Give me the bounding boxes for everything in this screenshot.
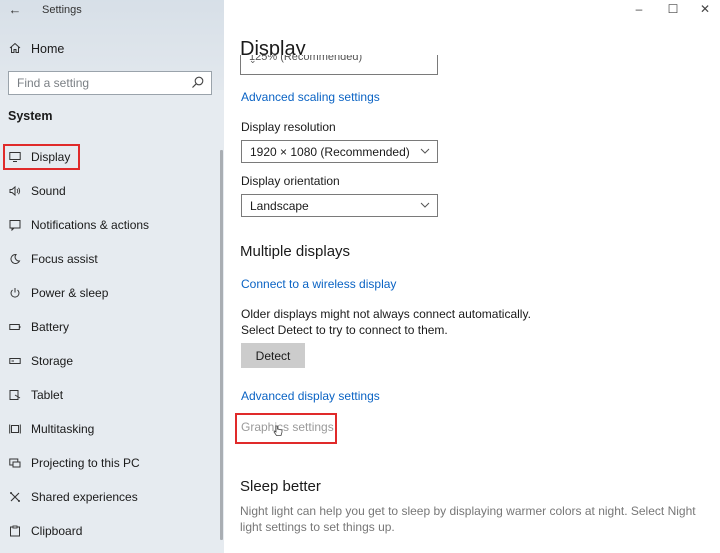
- sidebar-item-label: Sound: [31, 184, 66, 198]
- resolution-label: Display resolution: [241, 120, 336, 134]
- orientation-label: Display orientation: [241, 174, 340, 188]
- speaker-icon: [8, 184, 22, 198]
- resolution-dropdown[interactable]: 1920 × 1080 (Recommended): [241, 140, 438, 163]
- multitasking-icon: [8, 422, 22, 436]
- mouse-cursor-icon: [273, 425, 283, 436]
- title-bar: ← Settings: [0, 0, 224, 22]
- detect-button[interactable]: Detect: [241, 343, 305, 368]
- sidebar-scrollbar[interactable]: [220, 150, 223, 540]
- sleep-better-description-2: light settings to set things up.: [240, 520, 395, 534]
- home-link[interactable]: Home: [8, 40, 64, 58]
- advanced-display-settings-link[interactable]: Advanced display settings: [241, 389, 380, 403]
- sidebar-item-focus-assist[interactable]: Focus assist: [0, 245, 222, 273]
- storage-icon: [8, 354, 22, 368]
- chevron-down-icon: ⌄: [249, 55, 257, 65]
- sleep-better-heading: Sleep better: [240, 478, 321, 495]
- sidebar: ← Settings Home System Display Sound Not…: [0, 0, 224, 553]
- sidebar-item-storage[interactable]: Storage: [0, 347, 222, 375]
- projecting-icon: [8, 456, 22, 470]
- sidebar-item-label: Battery: [31, 320, 70, 334]
- connect-wireless-display-link[interactable]: Connect to a wireless display: [241, 277, 396, 291]
- moon-icon: [8, 252, 22, 266]
- sidebar-item-clipboard[interactable]: Clipboard: [0, 517, 222, 545]
- sidebar-item-sound[interactable]: Sound: [0, 177, 222, 205]
- chevron-down-icon: [420, 202, 430, 208]
- search-input[interactable]: [9, 75, 189, 91]
- tablet-icon: [8, 388, 22, 402]
- shared-icon: [8, 490, 22, 504]
- orientation-value: Landscape: [250, 198, 309, 213]
- sidebar-item-label: Tablet: [31, 388, 64, 402]
- multiple-displays-description-2: Select Detect to try to connect to them.: [241, 323, 448, 337]
- sidebar-item-notifications[interactable]: Notifications & actions: [0, 211, 222, 239]
- graphics-settings-highlight: [235, 413, 337, 444]
- clipboard-icon: [8, 524, 22, 538]
- section-heading: System: [8, 109, 53, 123]
- chevron-down-icon: [420, 148, 430, 154]
- power-icon: [8, 286, 22, 300]
- home-icon: [8, 42, 22, 57]
- sleep-better-description: Night light can help you get to sleep by…: [240, 503, 710, 535]
- multiple-displays-heading: Multiple displays: [240, 243, 351, 260]
- maximize-button[interactable]: ☐: [658, 0, 688, 18]
- sidebar-item-label: Storage: [31, 354, 74, 368]
- sidebar-item-multitasking[interactable]: Multitasking: [0, 415, 222, 443]
- sidebar-item-projecting[interactable]: Projecting to this PC: [0, 449, 222, 477]
- advanced-scaling-link[interactable]: Advanced scaling settings: [241, 90, 380, 104]
- sidebar-item-power-sleep[interactable]: Power & sleep: [0, 279, 222, 307]
- close-button[interactable]: ✕: [690, 0, 720, 18]
- minimize-button[interactable]: –: [624, 0, 654, 18]
- resolution-value: 1920 × 1080 (Recommended): [250, 144, 410, 159]
- sidebar-item-label: Shared experiences: [31, 490, 138, 504]
- sidebar-item-label: Projecting to this PC: [31, 456, 140, 470]
- multiple-displays-description-1: Older displays might not always connect …: [241, 307, 531, 321]
- sidebar-item-label: Power & sleep: [31, 286, 109, 300]
- search-box[interactable]: [8, 71, 212, 95]
- sidebar-item-label: Multitasking: [31, 422, 95, 436]
- orientation-dropdown[interactable]: Landscape: [241, 194, 438, 217]
- app-title: Settings: [42, 4, 82, 16]
- sidebar-item-shared-experiences[interactable]: Shared experiences: [0, 483, 222, 511]
- selection-highlight: [3, 144, 80, 170]
- scale-dropdown[interactable]: 125% (Recommended) ⌄: [240, 55, 438, 75]
- back-arrow-icon[interactable]: ←: [6, 1, 24, 19]
- sidebar-item-tablet[interactable]: Tablet: [0, 381, 222, 409]
- sidebar-item-label: Focus assist: [31, 252, 98, 266]
- sleep-better-description-1: Night light can help you get to sleep by…: [240, 504, 696, 518]
- battery-icon: [8, 320, 22, 334]
- notifications-icon: [8, 218, 22, 232]
- sidebar-item-label: Notifications & actions: [31, 218, 150, 232]
- sidebar-item-label: Clipboard: [31, 524, 83, 538]
- sidebar-item-battery[interactable]: Battery: [0, 313, 222, 341]
- home-label: Home: [31, 42, 65, 56]
- search-icon[interactable]: [191, 75, 205, 89]
